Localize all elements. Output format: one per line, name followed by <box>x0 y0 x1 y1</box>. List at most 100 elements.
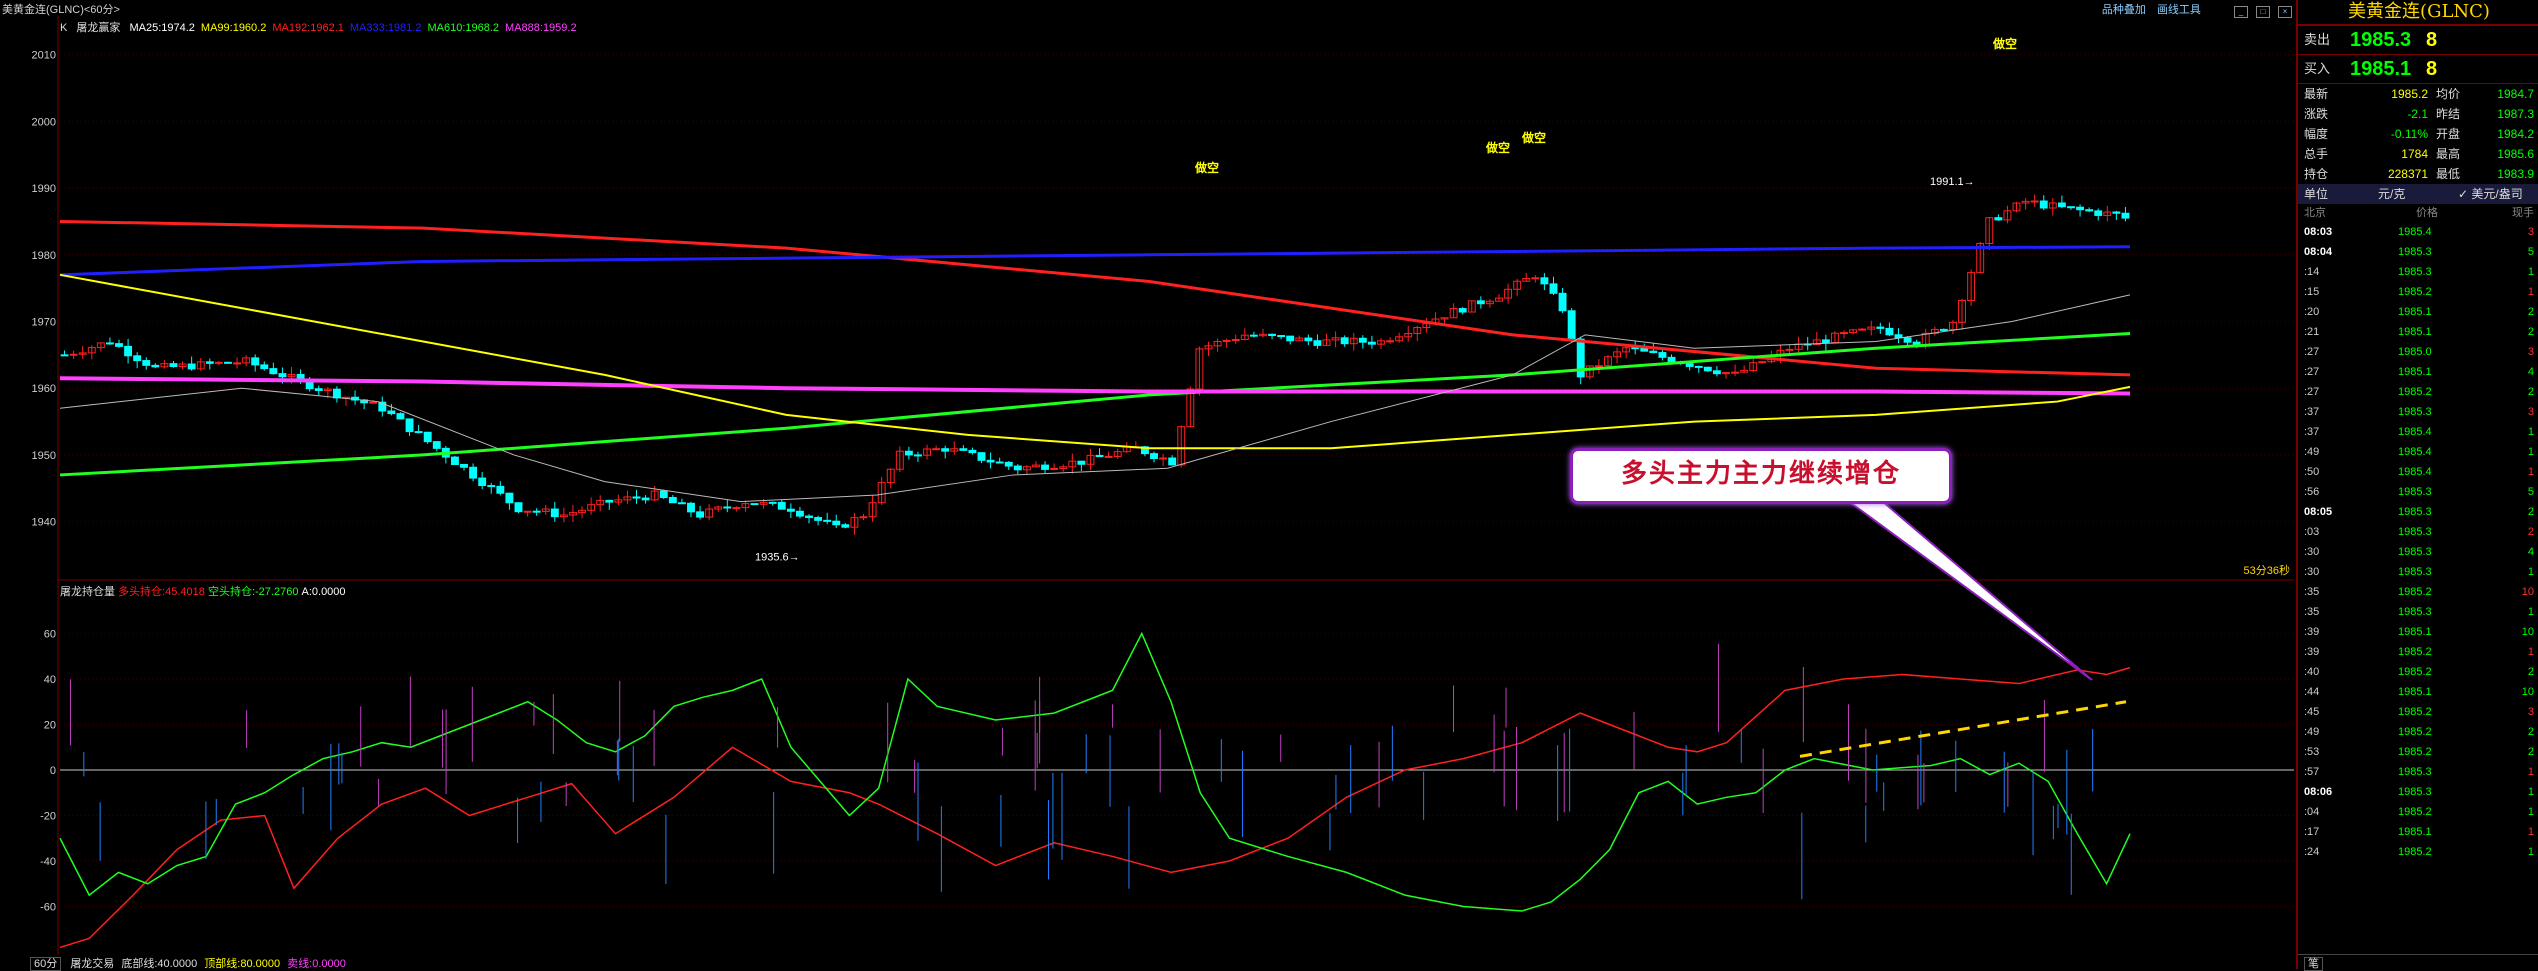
candle-body <box>69 353 78 356</box>
tick-volume: 1 <box>2527 846 2534 858</box>
tick-price: 1985.3 <box>2398 786 2432 798</box>
tick-price: 1985.3 <box>2398 546 2432 558</box>
tick-time: :35 <box>2304 606 2320 618</box>
candle-body <box>1631 347 1640 350</box>
tick-row[interactable]: :27 1985.2 2 <box>2298 382 2538 402</box>
tick-time: :57 <box>2304 766 2320 778</box>
tick-row[interactable]: 08:05 1985.3 2 <box>2298 502 2538 522</box>
tick-price: 1985.3 <box>2398 506 2432 518</box>
tick-row[interactable]: :40 1985.2 2 <box>2298 662 2538 682</box>
unit-value[interactable]: 元/克 <box>2378 184 2405 204</box>
tick-time: 08:05 <box>2304 506 2333 518</box>
tick-row[interactable]: :15 1985.2 1 <box>2298 282 2538 302</box>
tick-row[interactable]: 08:06 1985.3 1 <box>2298 782 2538 802</box>
tick-volume: 4 <box>2527 366 2534 378</box>
sell-quote-row[interactable]: 卖出 1985.3 8 <box>2298 26 2538 55</box>
tick-list[interactable]: 08:03 1985.4 3 08:04 1985.3 5:14 1985.3 1:15 198… <box>2298 222 2538 862</box>
tick-row[interactable]: :49 1985.2 2 <box>2298 722 2538 742</box>
tick-time: :20 <box>2304 306 2320 318</box>
tick-volume: 1 <box>2527 826 2534 838</box>
tick-row[interactable]: :04 1985.2 1 <box>2298 802 2538 822</box>
tick-time: 08:06 <box>2304 786 2333 798</box>
candle-body <box>260 364 269 370</box>
candle-body <box>732 507 741 510</box>
panel-footer: 笔 <box>2298 954 2538 971</box>
tick-price: 1985.3 <box>2398 486 2432 498</box>
tick-volume: 3 <box>2527 346 2534 358</box>
tick-price: 1985.1 <box>2398 326 2432 338</box>
tick-head-vol: 现手 <box>2512 207 2534 219</box>
top-line-label: 顶部线:80.0000 <box>204 958 281 970</box>
tick-row[interactable]: :17 1985.1 1 <box>2298 822 2538 842</box>
tick-row[interactable]: :21 1985.1 2 <box>2298 322 2538 342</box>
buy-quote-row[interactable]: 买入 1985.1 8 <box>2298 55 2538 84</box>
tick-price: 1985.3 <box>2398 526 2432 538</box>
long-position-line <box>59 666 2131 949</box>
tick-time: :27 <box>2304 386 2320 398</box>
candle-body <box>1531 277 1540 280</box>
candle-body <box>450 456 459 466</box>
candle-body <box>269 368 278 375</box>
tick-row[interactable]: :45 1985.2 3 <box>2298 702 2538 722</box>
tick-row[interactable]: :30 1985.3 1 <box>2298 562 2538 582</box>
candle-body <box>550 508 559 518</box>
candle-body <box>977 452 986 461</box>
tick-row[interactable]: :24 1985.2 1 <box>2298 842 2538 862</box>
annotation-callout: 多头主力主力继续增仓 <box>1570 448 1952 504</box>
tick-row[interactable]: :44 1985.1 10 <box>2298 682 2538 702</box>
candle-body <box>396 413 405 420</box>
tick-row[interactable]: :27 1985.1 4 <box>2298 362 2538 382</box>
tick-row[interactable]: :37 1985.4 1 <box>2298 422 2538 442</box>
tick-price: 1985.2 <box>2398 846 2432 858</box>
tick-price: 1985.3 <box>2398 606 2432 618</box>
candle-body <box>387 410 396 415</box>
candle-body <box>1903 337 1912 343</box>
price-tick-label: 1980 <box>32 250 56 262</box>
tick-price: 1985.3 <box>2398 406 2432 418</box>
tick-row[interactable]: :37 1985.3 3 <box>2298 402 2538 422</box>
candle-body <box>233 362 241 365</box>
tick-row[interactable]: :03 1985.3 2 <box>2298 522 2538 542</box>
sell-price: 1985.3 <box>2350 29 2412 51</box>
candle-body <box>142 360 151 366</box>
tick-row[interactable]: 08:03 1985.4 3 <box>2298 222 2538 242</box>
tick-volume: 1 <box>2527 806 2534 818</box>
candle-body <box>859 516 868 519</box>
tick-row[interactable]: :35 1985.2 10 <box>2298 582 2538 602</box>
candle-body <box>1540 277 1549 285</box>
candle-body <box>405 418 414 433</box>
tick-price: 1985.2 <box>2398 706 2432 718</box>
stat-row: 幅度 -0.11% 开盘 1984.2 <box>2298 124 2538 144</box>
tick-row[interactable]: :39 1985.1 10 <box>2298 622 2538 642</box>
candle-body <box>641 497 650 501</box>
tick-price: 1985.2 <box>2398 726 2432 738</box>
tick-row[interactable]: 08:04 1985.3 5 <box>2298 242 2538 262</box>
tick-row[interactable]: :57 1985.3 1 <box>2298 762 2538 782</box>
tick-row[interactable]: :30 1985.3 4 <box>2298 542 2538 562</box>
candle-body <box>1231 338 1240 341</box>
candle-body <box>1703 366 1712 372</box>
price-tick-label: 1940 <box>32 517 56 529</box>
stat-v2: 1987.3 <box>2497 107 2534 121</box>
bottom-indicator-bar: 60分 屠龙交易 底部线:40.0000 顶部线:80.0000 卖线:0.00… <box>0 955 2296 971</box>
tick-row[interactable]: :14 1985.3 1 <box>2298 262 2538 282</box>
tick-row[interactable]: :39 1985.2 1 <box>2298 642 2538 662</box>
stat-v1: 228371 <box>2387 167 2428 181</box>
tick-row[interactable]: :27 1985.0 3 <box>2298 342 2538 362</box>
candle-body <box>941 448 950 452</box>
tick-row[interactable]: :56 1985.3 5 <box>2298 482 2538 502</box>
stat-v1: 1985.2 <box>2391 87 2428 101</box>
tick-time: :40 <box>2304 666 2320 678</box>
tick-row[interactable]: :35 1985.3 1 <box>2298 602 2538 622</box>
tick-row[interactable]: :20 1985.1 2 <box>2298 302 2538 322</box>
unit-toggle[interactable]: ✓ 美元/盎司 <box>2458 184 2523 204</box>
tick-row[interactable]: :49 1985.4 1 <box>2298 442 2538 462</box>
candle-body <box>1304 337 1313 342</box>
tick-row[interactable]: :50 1985.4 1 <box>2298 462 2538 482</box>
candle-body <box>659 490 668 499</box>
tick-price: 1985.3 <box>2398 566 2432 578</box>
candle-body <box>1077 460 1086 465</box>
tick-row[interactable]: :53 1985.2 2 <box>2298 742 2538 762</box>
tick-price: 1985.1 <box>2398 686 2432 698</box>
tick-volume: 5 <box>2527 246 2534 258</box>
